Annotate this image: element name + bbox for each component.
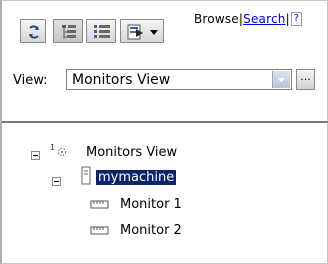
monitors-view-icon: 1 bbox=[50, 142, 76, 164]
tree-node-mymachine[interactable]: mymachine bbox=[96, 170, 177, 185]
view-select[interactable]: Monitors View bbox=[66, 69, 292, 90]
collapse-icon[interactable] bbox=[52, 177, 61, 186]
menu-dropdown-button[interactable] bbox=[120, 19, 164, 43]
machine-icon bbox=[80, 166, 92, 190]
tree-view-icon bbox=[62, 25, 76, 39]
nav-links: Browse|Search|? bbox=[194, 12, 302, 26]
more-options-button[interactable]: ... bbox=[296, 69, 315, 90]
menu-dropdown-icon bbox=[127, 24, 158, 40]
refresh-icon bbox=[29, 25, 39, 39]
tree-node-monitor-1[interactable]: Monitor 1 bbox=[120, 197, 182, 212]
refresh-button[interactable] bbox=[20, 19, 46, 43]
monitor-icon bbox=[90, 196, 110, 215]
dropdown-arrow-icon[interactable] bbox=[272, 71, 290, 88]
divider bbox=[2, 121, 328, 123]
view-label: View: bbox=[13, 73, 48, 88]
tree-view-button[interactable] bbox=[53, 19, 83, 43]
list-view-button[interactable] bbox=[86, 19, 116, 43]
list-view-icon bbox=[94, 25, 110, 38]
help-link[interactable]: ? bbox=[290, 12, 302, 26]
svg-text:1: 1 bbox=[50, 143, 55, 152]
tree-node-monitors-view[interactable]: Monitors View bbox=[86, 145, 177, 160]
browse-label: Browse bbox=[194, 12, 239, 26]
panel-left-border bbox=[0, 0, 2, 264]
collapse-icon[interactable] bbox=[31, 151, 40, 160]
view-select-value: Monitors View bbox=[72, 72, 171, 88]
monitor-icon bbox=[90, 222, 110, 241]
link-separator-2: | bbox=[285, 12, 290, 26]
tree-node-monitor-2[interactable]: Monitor 2 bbox=[120, 223, 182, 238]
search-link[interactable]: Search bbox=[243, 12, 285, 26]
